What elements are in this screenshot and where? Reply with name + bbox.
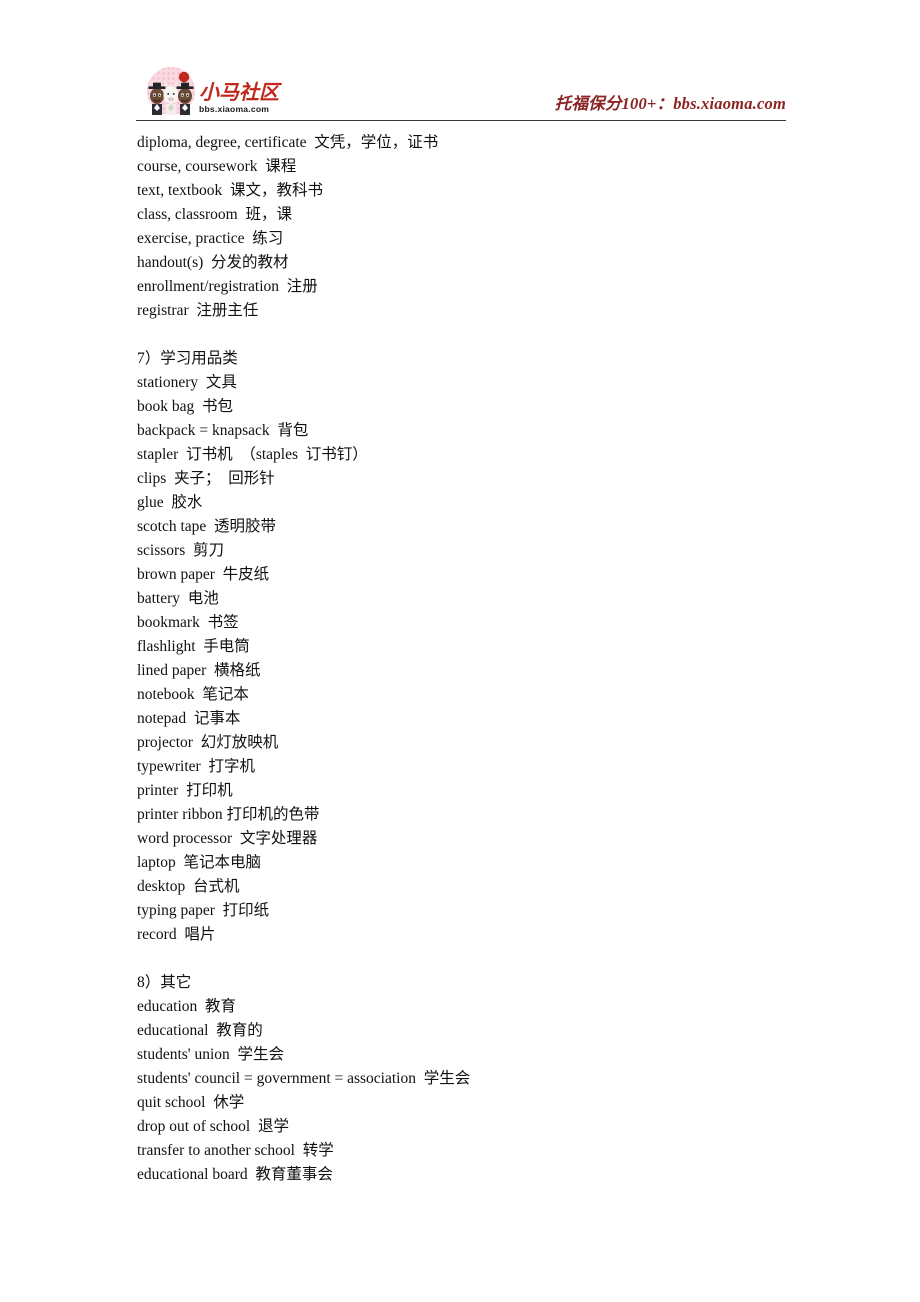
vocabulary-line: registrar 注册主任 (137, 302, 259, 319)
section-heading: 7）学习用品类 (137, 350, 238, 367)
xiaoma-community-logo: 小马社区 bbs.xiaoma.com (136, 66, 286, 118)
vocabulary-line: drop out of school 退学 (137, 1118, 289, 1135)
vocabulary-line: record 唱片 (137, 926, 216, 943)
document-body: diploma, degree, certificate 文凭，学位，证书 cou… (137, 131, 857, 1187)
vocabulary-line: educational board 教育董事会 (137, 1166, 333, 1183)
vocabulary-line: bookmark 书签 (137, 614, 239, 631)
logo-url-text: bbs.xiaoma.com (199, 104, 269, 114)
vocabulary-line: desktop 台式机 (137, 878, 240, 895)
vocabulary-line: book bag 书包 (137, 398, 234, 415)
vocabulary-line: battery 电池 (137, 590, 219, 607)
vocabulary-line: notepad 记事本 (137, 710, 241, 727)
page-header-banner: 小马社区 bbs.xiaoma.com 托福保分100+：bbs.xiaoma.… (136, 66, 786, 120)
vocabulary-line: course, coursework 课程 (137, 158, 297, 175)
vocabulary-line: word processor 文字处理器 (137, 830, 318, 847)
vocabulary-line: class, classroom 班，课 (137, 206, 292, 223)
logo-chinese-wordmark: 小马社区 (199, 81, 282, 104)
vocabulary-line: notebook 笔记本 (137, 686, 249, 703)
vocabulary-line: exercise, practice 练习 (137, 230, 284, 247)
section-heading: 8）其它 (137, 974, 192, 991)
vocabulary-line: backpack = knapsack 背包 (137, 422, 309, 439)
vocabulary-line: handout(s) 分发的教材 (137, 254, 289, 271)
vocabulary-line: text, textbook 课文，教科书 (137, 182, 323, 199)
banner-slogan: 托福保分100+：bbs.xiaoma.com (554, 94, 786, 113)
header-divider-rule (136, 120, 786, 121)
vocabulary-line: brown paper 牛皮纸 (137, 566, 270, 583)
vocabulary-line: transfer to another school 转学 (137, 1142, 334, 1159)
vocabulary-line: enrollment/registration 注册 (137, 278, 318, 295)
vocabulary-line: stapler 订书机 （staples 订书钉） (137, 446, 368, 463)
vocabulary-line: printer 打印机 (137, 782, 233, 799)
vocabulary-line: lined paper 横格纸 (137, 662, 261, 679)
vocabulary-line: scotch tape 透明胶带 (137, 518, 277, 535)
vocabulary-line: educational 教育的 (137, 1022, 263, 1039)
vocabulary-line: flashlight 手电筒 (137, 638, 250, 655)
vocabulary-line: laptop 笔记本电脑 (137, 854, 261, 871)
vocabulary-line: clips 夹子； 回形针 (137, 470, 275, 487)
vocabulary-line: typing paper 打印纸 (137, 902, 270, 919)
vocabulary-line: projector 幻灯放映机 (137, 734, 279, 751)
vocabulary-line: stationery 文具 (137, 374, 237, 391)
vocabulary-line: quit school 休学 (137, 1094, 245, 1111)
vocabulary-line: typewriter 打字机 (137, 758, 255, 775)
vocabulary-line: printer ribbon 打印机的色带 (137, 806, 320, 823)
vocabulary-line: students' council = government = associa… (137, 1070, 471, 1087)
logo-artwork-icon: 小马社区 bbs.xiaoma.com (147, 67, 282, 115)
vocabulary-line: diploma, degree, certificate 文凭，学位，证书 (137, 134, 439, 151)
vocabulary-line: students' union 学生会 (137, 1046, 285, 1063)
vocabulary-line: education 教育 (137, 998, 237, 1015)
vocabulary-line: glue 胶水 (137, 494, 203, 511)
document-page: 小马社区 bbs.xiaoma.com 托福保分100+：bbs.xiaoma.… (0, 0, 920, 1302)
vocabulary-line: scissors 剪刀 (137, 542, 224, 559)
